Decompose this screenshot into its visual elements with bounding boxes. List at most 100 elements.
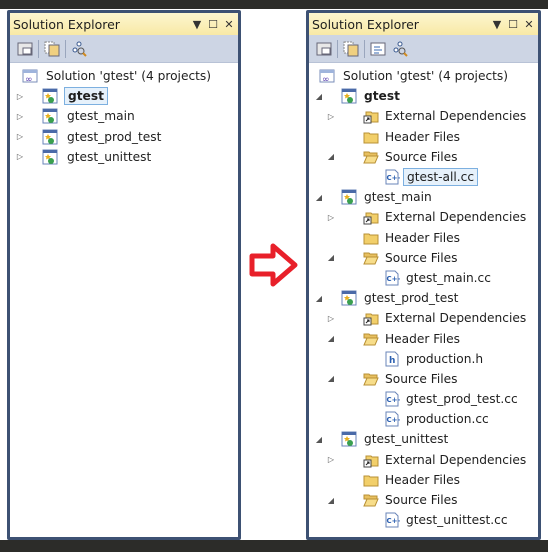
tree-item-solution[interactable]: ∞ Solution 'gtest' (4 projects) (10, 66, 238, 86)
header-icon: h (384, 351, 400, 367)
panel-title: Solution Explorer (13, 16, 120, 32)
expand-arrow-icon[interactable]: ▷ (15, 132, 25, 142)
collapse-arrow-icon[interactable]: ◢ (326, 253, 336, 263)
svg-text:h: h (389, 356, 395, 366)
tree-item-project[interactable]: ▷ gtest (10, 86, 238, 106)
dropdown-icon[interactable]: ▼ (190, 18, 204, 31)
solution-explorer-before: Solution Explorer ▼ ☐ ✕ ∞ Solution 'gtest… (7, 10, 241, 540)
class-view-icon[interactable] (70, 40, 88, 58)
tree-item-project[interactable]: ▷ gtest_prod_test (10, 127, 238, 147)
right-arrow-icon (249, 243, 298, 287)
collapse-arrow-icon[interactable]: ◢ (326, 374, 336, 384)
tree-item-label: production.h (406, 351, 484, 366)
tree-item-folder-open[interactable]: ◢ Source Files (309, 147, 538, 167)
tree-item-folder[interactable]: Header Files (309, 127, 538, 147)
expand-arrow-icon[interactable]: ▷ (326, 313, 336, 323)
expand-arrow-icon[interactable]: ▷ (326, 455, 336, 465)
collapse-arrow-icon[interactable]: ◢ (314, 434, 324, 444)
folder-icon (363, 129, 379, 145)
collapse-arrow-icon[interactable]: ◢ (326, 152, 336, 162)
cpp-icon: C++ (384, 169, 404, 185)
tree-item-project[interactable]: ◢ gtest_prod_test (309, 288, 538, 308)
tree-item-header[interactable]: h production.h (309, 349, 538, 369)
svg-text:C++: C++ (387, 275, 401, 283)
tree-item-label: Header Files (385, 331, 460, 346)
expand-arrow-icon[interactable]: ▷ (15, 91, 25, 101)
tree-item-project[interactable]: ◢ gtest_unittest (309, 429, 538, 449)
tree-item-cpp[interactable]: C++ gtest_prod_test.cc (309, 389, 538, 409)
folder-open-icon (363, 331, 379, 347)
maximize-icon[interactable]: ☐ (506, 18, 520, 31)
tree-item-extdeps[interactable]: ▷ External Dependencies (309, 308, 538, 328)
tree-item-solution[interactable]: ∞ Solution 'gtest' (4 projects) (309, 66, 538, 86)
close-icon[interactable]: ✕ (222, 18, 236, 31)
properties-icon[interactable] (16, 40, 34, 58)
expand-arrow-icon[interactable]: ▷ (15, 152, 25, 162)
tree-item-label: External Dependencies (385, 452, 527, 467)
tree-item-cpp[interactable]: C++ production.cc (309, 409, 538, 429)
show-all-files-icon[interactable] (342, 40, 360, 58)
svg-text:∞: ∞ (25, 75, 33, 84)
tree-item-project[interactable]: ◢ gtest (309, 86, 538, 106)
close-icon[interactable]: ✕ (522, 18, 536, 31)
extdeps-icon (363, 452, 379, 468)
tree-item-label: Source Files (385, 493, 458, 508)
collapse-arrow-icon[interactable]: ◢ (314, 91, 324, 101)
svg-text:C++: C++ (387, 396, 401, 404)
toolbar (309, 35, 538, 63)
toolbar-separator (65, 39, 66, 58)
project-icon (42, 88, 58, 104)
collapse-arrow-icon[interactable]: ◢ (314, 293, 324, 303)
view-code-icon[interactable] (369, 40, 387, 58)
properties-icon[interactable] (315, 40, 333, 58)
expand-arrow-icon[interactable]: ▷ (326, 212, 336, 222)
expand-arrow-icon[interactable]: ▷ (15, 111, 25, 121)
tree-item-label: gtest_prod_test (67, 129, 162, 144)
project-icon (42, 129, 58, 145)
panel-title: Solution Explorer (312, 16, 419, 32)
tree-item-extdeps[interactable]: ▷ External Dependencies (309, 207, 538, 227)
maximize-icon[interactable]: ☐ (206, 18, 220, 31)
dropdown-icon[interactable]: ▼ (490, 18, 504, 31)
tree-item-cpp[interactable]: C++ gtest_main.cc (309, 268, 538, 288)
tree-item-project[interactable]: ▷ gtest_unittest (10, 147, 238, 167)
tree-item-folder-open[interactable]: ◢ Source Files (309, 248, 538, 268)
solution-icon: ∞ (319, 68, 335, 85)
tree-item-label: gtest_prod_test.cc (406, 392, 518, 407)
tree-item-label: gtest_unittest (67, 149, 152, 164)
title-bar: Solution Explorer ▼ ☐ ✕ (10, 13, 238, 35)
collapse-arrow-icon[interactable]: ◢ (314, 192, 324, 202)
tree-item-label: gtest-all.cc (403, 168, 479, 187)
folder-icon (363, 230, 379, 246)
expand-arrow-icon[interactable]: ▷ (326, 111, 336, 121)
tree-item-folder[interactable]: Header Files (309, 470, 538, 490)
tree-item-folder[interactable]: Header Files (309, 228, 538, 248)
cpp-icon: C++ (384, 512, 404, 528)
tree-item-folder-open[interactable]: ◢ Header Files (309, 328, 538, 348)
tree-item-cpp[interactable]: C++gtest-all.cc (309, 167, 538, 187)
tree-item-label: Solution 'gtest' (4 projects) (343, 69, 509, 84)
tree-item-label: Source Files (385, 371, 458, 386)
show-all-files-icon[interactable] (43, 40, 61, 58)
tree-item-extdeps[interactable]: ▷ External Dependencies (309, 450, 538, 470)
tree-item-label: External Dependencies (385, 109, 527, 124)
tree-item-label: Header Files (385, 230, 460, 245)
tree-item-cpp[interactable]: C++ gtest_unittest.cc (309, 510, 538, 530)
tree-item-extdeps[interactable]: ▷ External Dependencies (309, 106, 538, 126)
solution-icon: ∞ (22, 68, 38, 85)
tree-item-label: Source Files (385, 250, 458, 265)
tree-item-label: gtest_main (67, 109, 135, 124)
project-icon (341, 189, 357, 205)
tree-item-project[interactable]: ▷ gtest_main (10, 106, 238, 126)
collapse-arrow-icon[interactable]: ◢ (326, 495, 336, 505)
project-icon (341, 88, 357, 104)
tree-item-project[interactable]: ◢ gtest_main (309, 187, 538, 207)
tree-item-label: External Dependencies (385, 210, 527, 225)
tree-item-folder-open[interactable]: ◢ Source Files (309, 369, 538, 389)
class-view-icon[interactable] (391, 40, 409, 58)
tree-item-folder-open[interactable]: ◢ Source Files (309, 490, 538, 510)
folder-open-icon (363, 492, 379, 508)
svg-text:C++: C++ (387, 416, 401, 424)
extdeps-icon (363, 310, 379, 326)
collapse-arrow-icon[interactable]: ◢ (326, 334, 336, 344)
